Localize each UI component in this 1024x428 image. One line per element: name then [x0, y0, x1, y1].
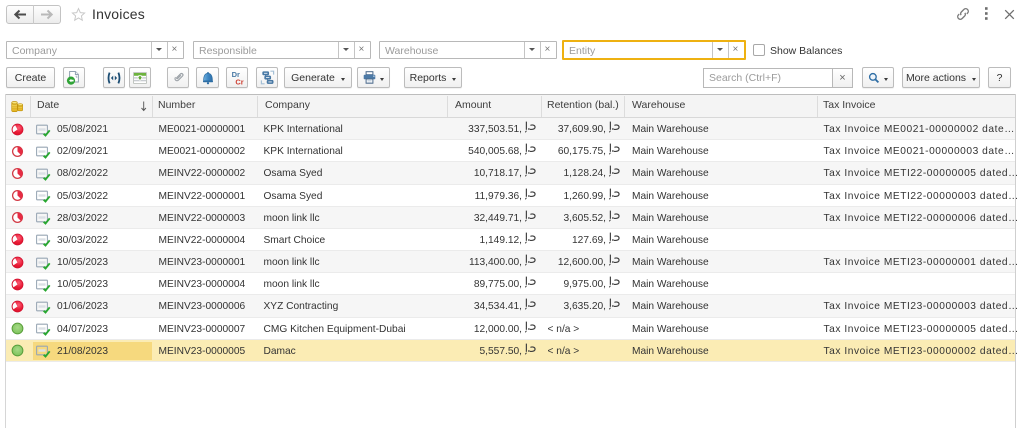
svg-text:Cr: Cr	[235, 77, 243, 86]
